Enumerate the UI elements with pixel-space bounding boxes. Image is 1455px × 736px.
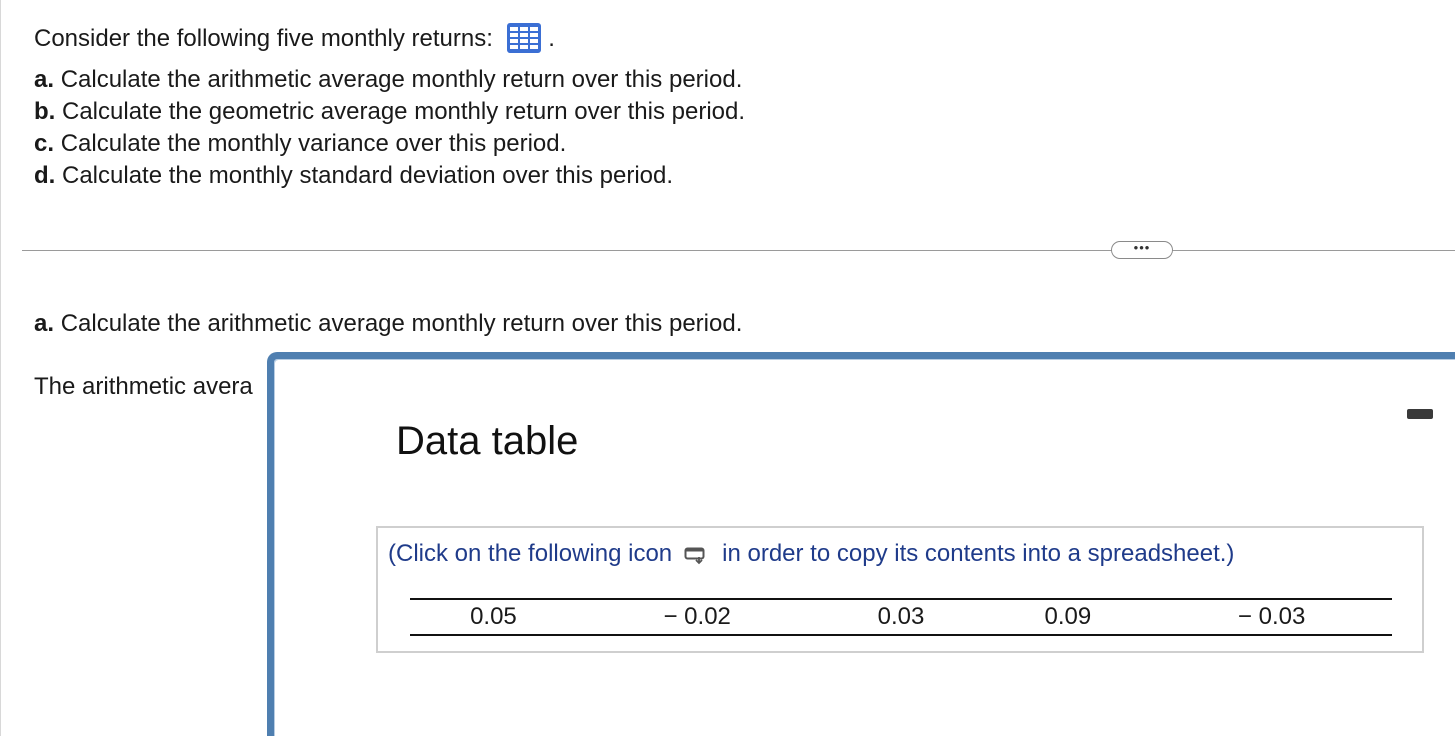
part-letter: a. bbox=[34, 66, 55, 93]
current-part-heading: a. Calculate the arithmetic average mont… bbox=[34, 308, 742, 340]
question-intro-suffix: . bbox=[548, 25, 555, 52]
question-intro-text: Consider the following five monthly retu… bbox=[34, 25, 493, 52]
part-text: Calculate the arithmetic average monthly… bbox=[60, 310, 743, 337]
return-cell: 0.03 bbox=[877, 603, 925, 630]
return-cell: − 0.03 bbox=[1237, 603, 1306, 630]
section-divider bbox=[22, 250, 1455, 251]
copy-instruction: (Click on the following icon in order to … bbox=[388, 538, 1234, 570]
data-box: (Click on the following icon in order to … bbox=[376, 526, 1424, 653]
copy-note-after: in order to copy its contents into a spr… bbox=[722, 540, 1235, 567]
answer-prompt: The arithmetic avera bbox=[34, 373, 253, 400]
copy-spreadsheet-icon[interactable] bbox=[684, 542, 708, 565]
part-letter: d. bbox=[34, 162, 56, 189]
part-letter: b. bbox=[34, 98, 56, 125]
question-part-a: a. Calculate the arithmetic average mont… bbox=[34, 64, 745, 96]
return-cell: − 0.02 bbox=[663, 603, 731, 630]
question-parts-list: a. Calculate the arithmetic average mont… bbox=[34, 64, 745, 192]
popup-title: Data table bbox=[396, 419, 579, 463]
table-row: 0.05 − 0.02 0.03 0.09 − 0.03 bbox=[410, 599, 1392, 635]
part-text: Calculate the monthly standard deviation… bbox=[62, 162, 674, 189]
question-intro: Consider the following five monthly retu… bbox=[34, 22, 555, 55]
part-text: Calculate the arithmetic average monthly… bbox=[60, 66, 743, 93]
table-grid-icon[interactable] bbox=[506, 22, 542, 54]
question-part-c: c. Calculate the monthly variance over t… bbox=[34, 128, 745, 160]
part-text: Calculate the monthly variance over this… bbox=[60, 130, 567, 157]
return-cell: 0.09 bbox=[1044, 603, 1092, 630]
data-table-popup: Data table (Click on the following icon i… bbox=[267, 352, 1455, 736]
part-text: Calculate the geometric average monthly … bbox=[62, 98, 746, 125]
page: Consider the following five monthly retu… bbox=[0, 0, 1455, 736]
returns-table: 0.05 − 0.02 0.03 0.09 − 0.03 bbox=[410, 598, 1392, 636]
part-letter: c. bbox=[34, 130, 55, 157]
minimize-icon[interactable] bbox=[1407, 409, 1433, 419]
more-options-button[interactable]: ••• bbox=[1111, 241, 1173, 259]
return-cell: 0.05 bbox=[470, 603, 517, 630]
copy-note-before: (Click on the following icon bbox=[388, 540, 673, 567]
question-part-d: d. Calculate the monthly standard deviat… bbox=[34, 160, 745, 192]
question-part-b: b. Calculate the geometric average month… bbox=[34, 96, 745, 128]
part-letter: a. bbox=[34, 310, 55, 337]
